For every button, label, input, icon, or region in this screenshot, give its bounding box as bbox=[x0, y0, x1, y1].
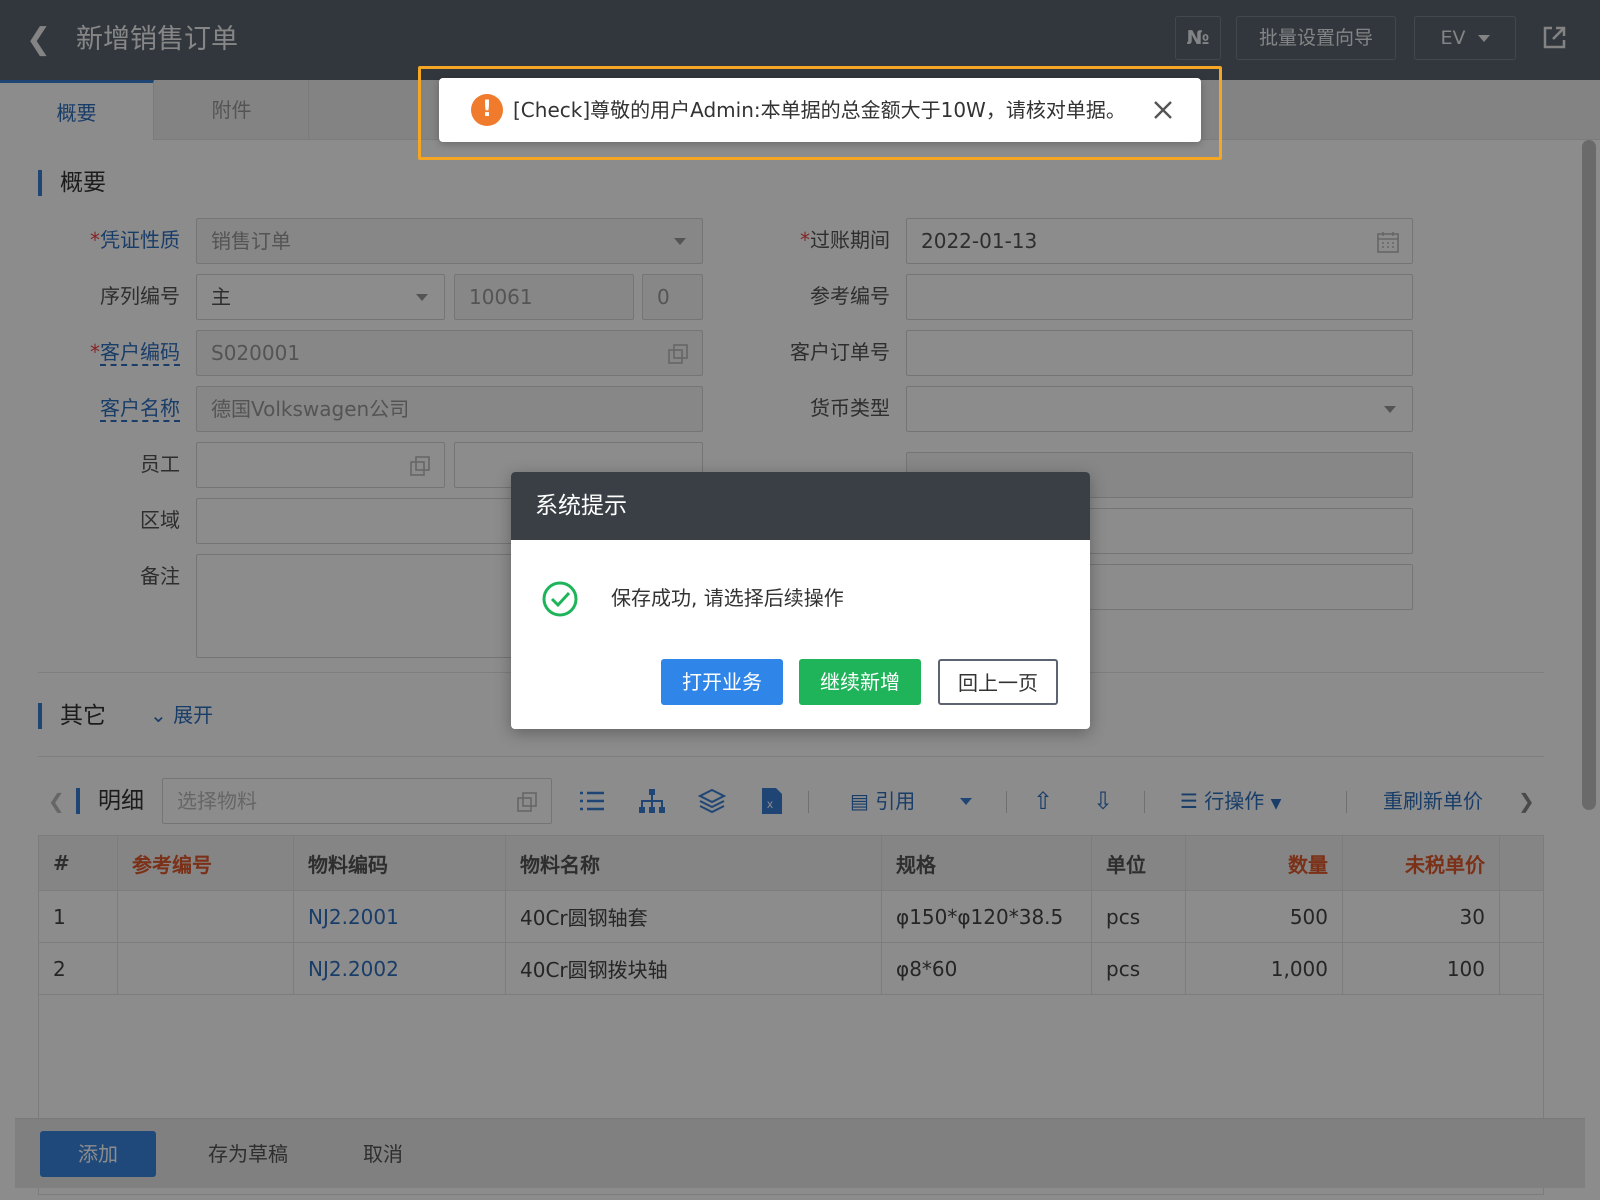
system-prompt-dialog: 系统提示 保存成功, 请选择后续操作 打开业务 继续新增 回上一页 bbox=[511, 472, 1090, 729]
continue-add-button[interactable]: 继续新增 bbox=[799, 659, 921, 705]
warning-toast: ! [Check]尊敬的用户Admin:本单据的总金额大于10W，请核对单据。 bbox=[439, 78, 1201, 142]
dialog-title: 系统提示 bbox=[511, 472, 1090, 540]
dialog-message: 保存成功, 请选择后续操作 bbox=[611, 586, 844, 610]
back-previous-button[interactable]: 回上一页 bbox=[938, 659, 1058, 705]
open-business-button[interactable]: 打开业务 bbox=[661, 659, 783, 705]
warning-icon: ! bbox=[471, 94, 503, 126]
close-icon[interactable] bbox=[1149, 96, 1177, 124]
toast-message: [Check]尊敬的用户Admin:本单据的总金额大于10W，请核对单据。 bbox=[513, 98, 1126, 122]
success-check-icon bbox=[542, 581, 578, 617]
